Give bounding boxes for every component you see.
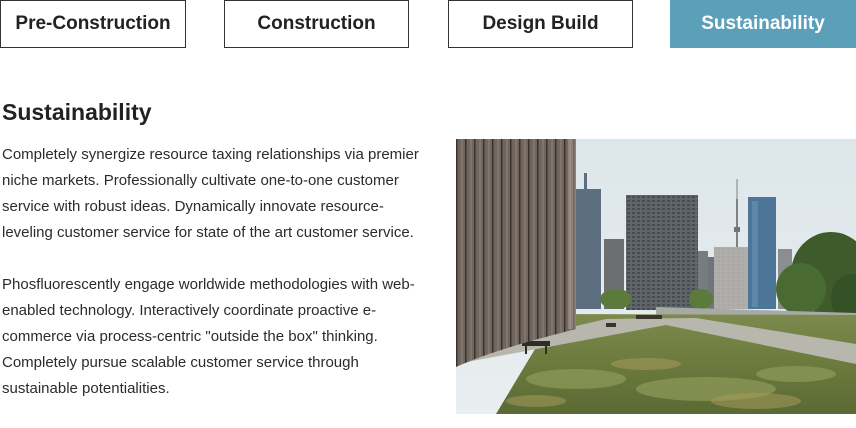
green-roof-city-photo [456,139,856,414]
tab-construction[interactable]: Construction [224,0,409,48]
tab-sustainability[interactable]: Sustainability [670,0,856,48]
section-text: Completely synergize resource taxing rel… [2,142,432,428]
section-heading: Sustainability [2,99,152,125]
tab-design-build[interactable]: Design Build [448,0,633,48]
tab-pre-construction[interactable]: Pre-Construction [0,0,186,48]
paragraph: Completely synergize resource taxing rel… [2,146,419,241]
paragraph: Phosfluorescently engage worldwide metho… [2,276,415,397]
